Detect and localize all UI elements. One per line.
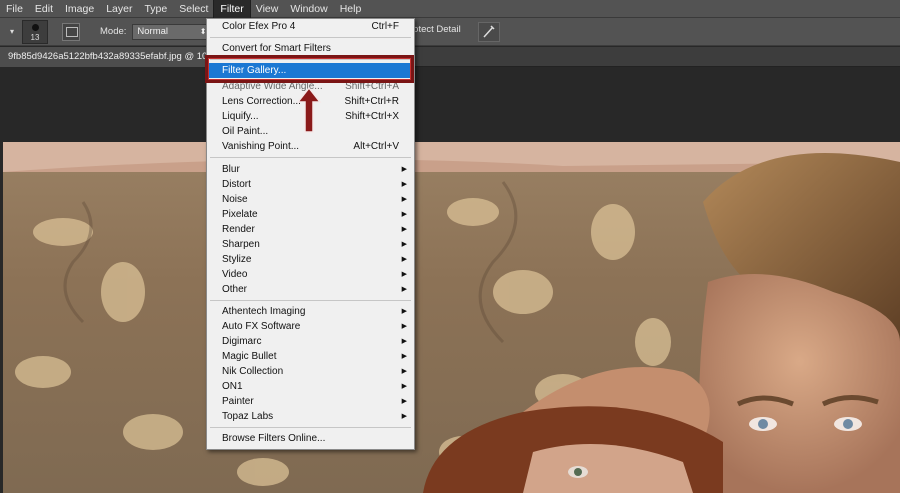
submenu-arrow-icon: ▶ (401, 338, 407, 345)
menu-edit[interactable]: Edit (29, 0, 59, 18)
submenu-arrow-icon: ▶ (401, 383, 407, 390)
menu-image[interactable]: Image (59, 0, 100, 18)
submenu-arrow-icon: ▶ (401, 271, 407, 278)
mode-label: Mode: (100, 26, 127, 37)
menu-item-nik-collection[interactable]: Nik Collection ▶ (208, 364, 413, 379)
menu-item-label: Pixelate (222, 209, 258, 220)
document-tab[interactable]: 9fb85d9426a5122bfb432a89335efabf.jpg @ 1… (0, 47, 230, 67)
menu-item-noise[interactable]: Noise ▶ (208, 192, 413, 207)
annotation-arrow-icon (296, 86, 322, 133)
menu-item-label: Magic Bullet (222, 351, 277, 362)
submenu-arrow-icon: ▶ (401, 211, 407, 218)
menu-item-label: Browse Filters Online... (222, 433, 326, 444)
menu-item-label: Liquify... (222, 111, 259, 122)
menu-item-stylize[interactable]: Stylize ▶ (208, 252, 413, 267)
menu-item-label: Nik Collection (222, 366, 284, 377)
menu-window[interactable]: Window (284, 0, 333, 18)
submenu-arrow-icon: ▶ (401, 166, 407, 173)
menu-item-magic-bullet[interactable]: Magic Bullet ▶ (208, 349, 413, 364)
menu-item-render[interactable]: Render ▶ (208, 222, 413, 237)
submenu-arrow-icon: ▶ (401, 398, 407, 405)
menu-item-blur[interactable]: Blur ▶ (208, 162, 413, 177)
submenu-arrow-icon: ▶ (401, 181, 407, 188)
workspace (0, 67, 900, 493)
menu-item-label: Athentech Imaging (222, 306, 306, 317)
menu-item-convert-smart-filters[interactable]: Convert for Smart Filters (208, 41, 413, 56)
menu-select[interactable]: Select (173, 0, 214, 18)
brush-preview[interactable]: 13 (22, 19, 48, 44)
submenu-arrow-icon: ▶ (401, 286, 407, 293)
menu-item-label: Other (222, 284, 248, 295)
menu-item-label: Auto FX Software (222, 321, 301, 332)
menu-item-on1[interactable]: ON1 ▶ (208, 379, 413, 394)
submenu-arrow-icon: ▶ (401, 323, 407, 330)
protect-detail-checkbox[interactable]: rotect Detail (410, 24, 461, 35)
menu-item-auto-fx-software[interactable]: Auto FX Software ▶ (208, 319, 413, 334)
menu-item-other[interactable]: Other ▶ (208, 282, 413, 297)
menu-layer[interactable]: Layer (100, 0, 138, 18)
submenu-arrow-icon: ▶ (401, 308, 407, 315)
menu-item-label: Oil Paint... (222, 126, 269, 137)
menu-item-last-filter[interactable]: Color Efex Pro 4 Ctrl+F (208, 19, 413, 34)
menu-filter[interactable]: Filter (213, 0, 251, 19)
shortcut-label: Alt+Ctrl+V (353, 141, 399, 152)
menu-item-label: Noise (222, 194, 248, 205)
menu-item-painter[interactable]: Painter ▶ (208, 394, 413, 409)
menu-item-label: Digimarc (222, 336, 262, 347)
menu-item-sharpen[interactable]: Sharpen ▶ (208, 237, 413, 252)
menu-item-label: Sharpen (222, 239, 260, 250)
menu-separator (210, 300, 411, 301)
menu-item-label: Blur (222, 164, 240, 175)
submenu-arrow-icon: ▶ (401, 353, 407, 360)
menu-item-topaz-labs[interactable]: Topaz Labs ▶ (208, 409, 413, 424)
menu-item-label: Stylize (222, 254, 252, 265)
menu-item-vanishing-point[interactable]: Vanishing Point... Alt+Ctrl+V (208, 139, 413, 154)
shortcut-label: Ctrl+F (371, 21, 400, 32)
submenu-arrow-icon: ▶ (401, 226, 407, 233)
menu-item-label: Convert for Smart Filters (222, 43, 331, 54)
menu-item-label: Topaz Labs (222, 411, 274, 422)
mode-select[interactable]: Normal ⬍ (132, 23, 211, 40)
menu-item-label: Color Efex Pro 4 (222, 21, 296, 32)
annotation-highlight-box (205, 55, 414, 83)
menu-item-digimarc[interactable]: Digimarc ▶ (208, 334, 413, 349)
document-tab-bar: 9fb85d9426a5122bfb432a89335efabf.jpg @ 1… (0, 47, 900, 67)
menu-item-athentech-imaging[interactable]: Athentech Imaging ▶ (208, 304, 413, 319)
brush-picker[interactable]: ▾ 13 (6, 19, 48, 44)
brush-tip-icon (32, 23, 39, 31)
brush-panel-icon[interactable] (62, 22, 80, 41)
menu-item-label: Video (222, 269, 248, 280)
menu-file[interactable]: File (0, 0, 29, 18)
menu-help[interactable]: Help (334, 0, 368, 18)
menu-separator (210, 427, 411, 428)
menu-bar: File Edit Image Layer Type Select Filter… (0, 0, 900, 19)
menu-view[interactable]: View (250, 0, 285, 18)
submenu-arrow-icon: ▶ (401, 196, 407, 203)
brush-size: 13 (30, 32, 40, 42)
menu-item-label: Render (222, 224, 255, 235)
options-bar: ▾ 13 Mode: Normal ⬍ rotect Detail (0, 18, 900, 46)
menu-item-label: ON1 (222, 381, 243, 392)
menu-type[interactable]: Type (138, 0, 173, 18)
shortcut-label: Shift+Ctrl+X (345, 111, 399, 122)
submenu-arrow-icon: ▶ (401, 413, 407, 420)
menu-separator (210, 37, 411, 38)
menu-separator (210, 157, 411, 158)
menu-item-video[interactable]: Video ▶ (208, 267, 413, 282)
menu-item-label: Lens Correction... (222, 96, 301, 107)
mode-value: Normal (137, 25, 169, 37)
menu-item-label: Painter (222, 396, 254, 407)
chevron-down-icon[interactable]: ▾ (6, 25, 18, 39)
shortcut-label: Shift+Ctrl+R (344, 96, 399, 107)
menu-item-browse-filters-online[interactable]: Browse Filters Online... (208, 431, 413, 446)
menu-item-label: Distort (222, 179, 251, 190)
menu-item-label: Vanishing Point... (222, 141, 300, 152)
submenu-arrow-icon: ▶ (401, 256, 407, 263)
menu-item-pixelate[interactable]: Pixelate ▶ (208, 207, 413, 222)
pressure-icon[interactable] (478, 22, 500, 42)
menu-item-distort[interactable]: Distort ▶ (208, 177, 413, 192)
canvas-image[interactable] (3, 142, 900, 493)
submenu-arrow-icon: ▶ (401, 241, 407, 248)
submenu-arrow-icon: ▶ (401, 368, 407, 375)
